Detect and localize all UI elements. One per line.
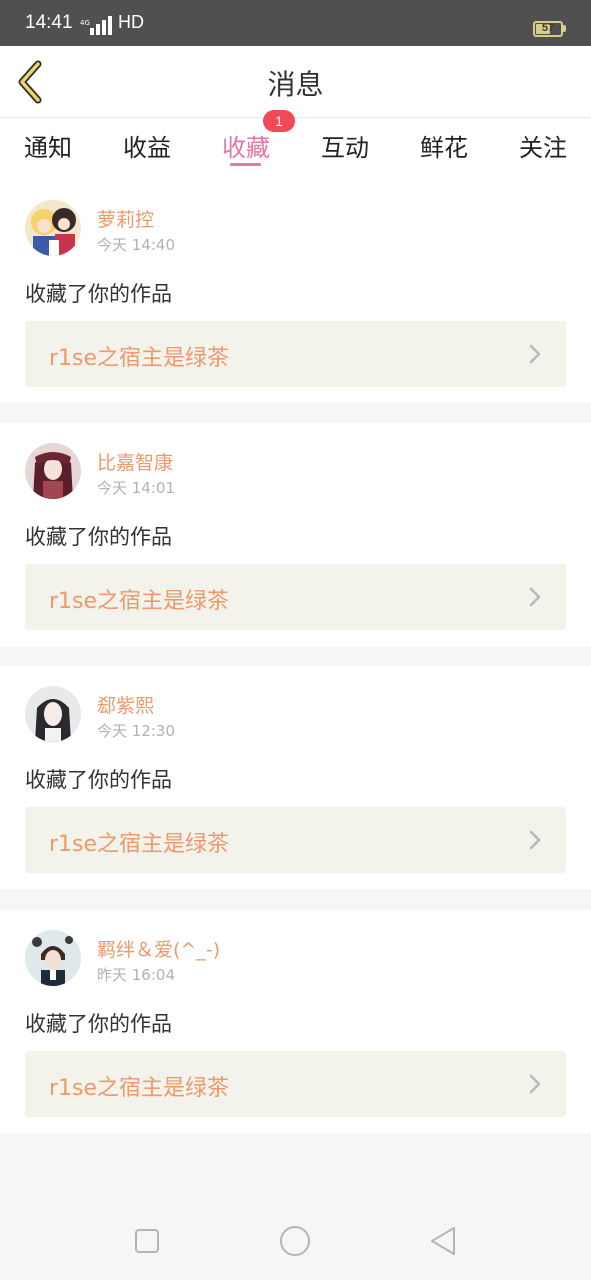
tab-bar: 通知 收益 收藏 互动 鲜花 关注: [0, 118, 591, 180]
battery-level: 57: [541, 22, 555, 34]
username[interactable]: 萝莉控: [97, 205, 154, 232]
header: 消息: [0, 46, 591, 118]
work-title: r1se之宿主是绿茶: [49, 1076, 230, 1101]
status-bar: 14:41 4G HD 57: [0, 0, 591, 46]
chevron-right-icon: [529, 344, 541, 364]
tab-notifications[interactable]: 通知: [24, 128, 72, 163]
status-time: 14:41: [25, 12, 73, 33]
network-type: 4G: [80, 19, 90, 27]
recent-apps-icon[interactable]: [134, 1228, 160, 1254]
work-link[interactable]: r1se之宿主是绿茶: [25, 1051, 566, 1117]
message-card: 郄紫熙 今天 12:30 收藏了你的作品 r1se之宿主是绿茶: [0, 666, 591, 889]
work-link[interactable]: r1se之宿主是绿茶: [25, 807, 566, 873]
work-title: r1se之宿主是绿茶: [49, 832, 230, 857]
favorites-count-badge: 1: [263, 110, 295, 132]
chevron-right-icon: [529, 830, 541, 850]
hd-indicator: HD: [118, 12, 144, 32]
avatar[interactable]: [25, 686, 81, 742]
message-card: 羁绊＆爱(^_-) 昨天 16:04 收藏了你的作品 r1se之宿主是绿茶: [0, 910, 591, 1133]
battery-icon: 57: [533, 21, 563, 37]
tab-earnings[interactable]: 收益: [123, 128, 171, 163]
username[interactable]: 羁绊＆爱(^_-): [97, 935, 220, 962]
username[interactable]: 比嘉智康: [97, 448, 173, 475]
action-text: 收藏了你的作品: [25, 525, 172, 549]
timestamp: 今天 14:01: [97, 479, 175, 497]
page-title: 消息: [267, 68, 324, 101]
message-card: 萝莉控 今天 14:40 收藏了你的作品 r1se之宿主是绿茶: [0, 180, 591, 403]
chevron-right-icon: [529, 1074, 541, 1094]
timestamp: 昨天 16:04: [97, 966, 175, 984]
timestamp: 今天 14:40: [97, 236, 175, 254]
action-text: 收藏了你的作品: [25, 768, 172, 792]
timestamp: 今天 12:30: [97, 722, 175, 740]
tab-flowers[interactable]: 鲜花: [420, 128, 468, 163]
action-text: 收藏了你的作品: [25, 1012, 172, 1036]
avatar[interactable]: [25, 200, 81, 256]
system-nav-bar: [0, 1202, 591, 1280]
battery-cap: [563, 25, 566, 32]
tab-interactions[interactable]: 互动: [321, 128, 369, 163]
back-nav-icon[interactable]: [428, 1225, 458, 1257]
tab-following[interactable]: 关注: [519, 128, 567, 163]
work-link[interactable]: r1se之宿主是绿茶: [25, 564, 566, 630]
home-icon[interactable]: [279, 1225, 311, 1257]
work-title: r1se之宿主是绿茶: [49, 346, 230, 371]
chevron-right-icon: [529, 587, 541, 607]
username[interactable]: 郄紫熙: [97, 691, 154, 718]
avatar[interactable]: [25, 443, 81, 499]
active-tab-indicator: [230, 163, 261, 166]
work-link[interactable]: r1se之宿主是绿茶: [25, 321, 566, 387]
tab-favorites[interactable]: 收藏: [222, 128, 270, 163]
action-text: 收藏了你的作品: [25, 282, 172, 306]
signal-icon: [90, 16, 112, 35]
avatar[interactable]: [25, 930, 81, 986]
message-card: 比嘉智康 今天 14:01 收藏了你的作品 r1se之宿主是绿茶: [0, 423, 591, 647]
work-title: r1se之宿主是绿茶: [49, 589, 230, 614]
